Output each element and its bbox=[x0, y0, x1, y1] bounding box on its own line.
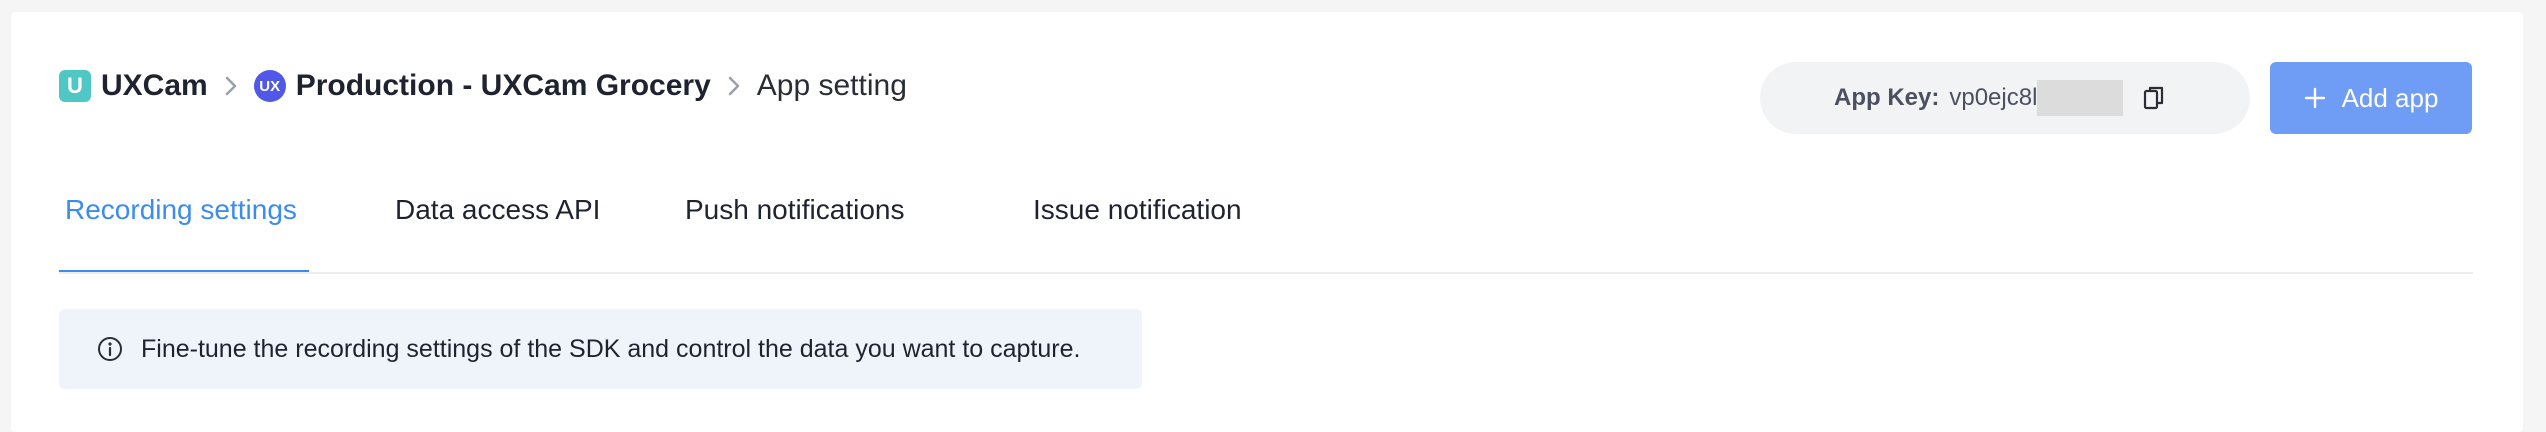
info-icon bbox=[97, 336, 123, 362]
app-key-pill: App Key: vp0ejc8l bbox=[1760, 62, 2250, 134]
breadcrumb: U UXCam UX Production - UXCam Grocery Ap… bbox=[59, 62, 907, 110]
app-key-redaction bbox=[2037, 80, 2124, 116]
app-key-value: vp0ejc8l bbox=[1949, 84, 2038, 111]
tab-label: Recording settings bbox=[65, 194, 297, 225]
tab-push-notifications[interactable]: Push notifications bbox=[685, 172, 904, 272]
tab-label: Push notifications bbox=[685, 194, 905, 225]
breadcrumb-app-label: Production - UXCam Grocery bbox=[295, 69, 711, 102]
tab-issue-notification[interactable]: Issue notification bbox=[1033, 172, 1242, 272]
info-banner: Fine-tune the recording settings of the … bbox=[59, 309, 1142, 389]
tab-label: Issue notification bbox=[1033, 194, 1242, 225]
breadcrumb-org[interactable]: U UXCam bbox=[59, 69, 208, 103]
plus-icon bbox=[2304, 87, 2326, 109]
copy-icon[interactable] bbox=[2143, 85, 2165, 111]
breadcrumb-app[interactable]: UX Production - UXCam Grocery bbox=[253, 69, 711, 103]
tabs-divider bbox=[59, 272, 2473, 274]
tab-data-access-api[interactable]: Data access API bbox=[395, 172, 600, 272]
breadcrumb-org-label: UXCam bbox=[101, 69, 208, 102]
chevron-right-icon bbox=[224, 75, 238, 97]
info-text: Fine-tune the recording settings of the … bbox=[141, 334, 1081, 363]
breadcrumb-current: App setting bbox=[756, 69, 907, 102]
page-header: U UXCam UX Production - UXCam Grocery Ap… bbox=[11, 12, 2523, 142]
add-app-button[interactable]: Add app bbox=[2270, 62, 2472, 134]
settings-tabs: Recording settings Data access API Push … bbox=[59, 172, 2473, 274]
app-logo: UX bbox=[253, 70, 286, 102]
add-app-label: Add app bbox=[2341, 82, 2439, 113]
chevron-right-icon bbox=[727, 75, 741, 97]
tab-label: Data access API bbox=[395, 194, 601, 225]
org-logo: U bbox=[59, 70, 91, 102]
app-key-label: App Key: bbox=[1834, 84, 1940, 111]
tab-recording-settings[interactable]: Recording settings bbox=[59, 172, 309, 274]
settings-card: U UXCam UX Production - UXCam Grocery Ap… bbox=[11, 12, 2523, 432]
